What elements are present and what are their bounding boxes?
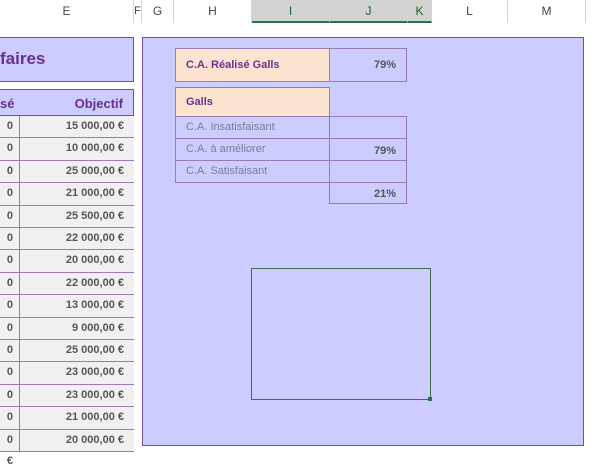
table-row[interactable]: 0 € 25 000,00 € bbox=[0, 160, 134, 198]
column-header-H[interactable]: H bbox=[174, 0, 252, 23]
resize-handle[interactable] bbox=[428, 397, 432, 401]
column-header-G[interactable]: G bbox=[142, 0, 174, 23]
table-row[interactable]: 0 € 22 000,00 € bbox=[0, 228, 134, 265]
row-realise: 0 € bbox=[0, 340, 20, 377]
table-row[interactable]: 0 € 10 000,00 € bbox=[0, 138, 134, 175]
row-realise: 0 € bbox=[0, 272, 20, 310]
ca-realise-label-cell[interactable]: C.A. Réalisé Galls bbox=[175, 48, 330, 82]
worksheet-grid[interactable]: faires sé Objectif 0 € 15 000,00 € 0 € 10 … bbox=[0, 23, 600, 467]
column-header-E[interactable]: E bbox=[0, 0, 134, 23]
row-realise: 0 € bbox=[0, 228, 20, 265]
column-header-J[interactable]: J bbox=[330, 0, 408, 23]
row-objectif: 23 000,00 € bbox=[65, 366, 124, 379]
column-header-bar: E F G H I J K L M bbox=[0, 0, 600, 24]
galls-label-cell[interactable]: Galls bbox=[175, 87, 330, 117]
remainder-value-cell[interactable]: 21% bbox=[329, 182, 407, 204]
row-objectif: 20 000,00 € bbox=[65, 433, 124, 446]
table-row[interactable]: 0 € 21 000,00 € bbox=[0, 183, 134, 220]
row-realise: 0 € bbox=[0, 205, 20, 243]
level-ameliorer-label[interactable]: C.A. à améliorer bbox=[175, 138, 330, 161]
table-row[interactable]: 0 € 25 500,00 € bbox=[0, 205, 134, 243]
chart-placeholder-box[interactable] bbox=[251, 268, 432, 401]
left-title-box[interactable]: faires bbox=[0, 37, 134, 82]
row-objectif: 10 000,00 € bbox=[65, 142, 124, 155]
table-row[interactable]: 0 € 20 000,00 € bbox=[0, 429, 134, 467]
row-objectif: 20 000,00 € bbox=[65, 254, 124, 267]
level-insatisfaisant-value[interactable] bbox=[329, 116, 407, 139]
left-title-text: faires bbox=[0, 49, 46, 68]
row-objectif: 23 000,00 € bbox=[65, 388, 124, 401]
row-objectif: 25 500,00 € bbox=[65, 209, 124, 222]
column-header-F[interactable]: F bbox=[134, 0, 142, 23]
column-header-M[interactable]: M bbox=[508, 0, 586, 23]
header-objectif: Objectif bbox=[74, 96, 123, 111]
table-row[interactable]: 0 € 20 000,00 € bbox=[0, 250, 134, 287]
level-insatisfaisant-label[interactable]: C.A. Insatisfaisant bbox=[175, 116, 330, 139]
column-header-L[interactable]: L bbox=[432, 0, 508, 23]
row-realise: 0 € bbox=[0, 160, 20, 198]
column-header-next[interactable] bbox=[586, 0, 600, 23]
row-realise: 0 € bbox=[0, 362, 20, 399]
row-objectif: 22 000,00 € bbox=[65, 276, 124, 289]
row-objectif: 9 000,00 € bbox=[72, 321, 124, 334]
table-row[interactable]: 0 € 23 000,00 € bbox=[0, 384, 134, 422]
row-objectif: 25 000,00 € bbox=[65, 344, 124, 356]
table-row[interactable]: 0 € 13 000,00 € bbox=[0, 295, 134, 332]
ca-realise-value-cell[interactable]: 79% bbox=[329, 48, 407, 82]
row-objectif: 21 000,00 € bbox=[65, 411, 124, 424]
row-realise: 0 € bbox=[0, 116, 20, 153]
header-realise-fragment: sé bbox=[0, 96, 15, 111]
table-row[interactable]: 0 € 21 000,00 € bbox=[0, 407, 134, 444]
table-row[interactable]: 0 € 9 000,00 € bbox=[0, 317, 134, 355]
level-ameliorer-value[interactable]: 79% bbox=[329, 138, 407, 161]
table-row[interactable]: 0 € 15 000,00 € bbox=[0, 116, 134, 153]
row-realise: 0 € bbox=[0, 407, 20, 444]
table-row[interactable]: 0 € 22 000,00 € bbox=[0, 272, 134, 310]
column-header-I[interactable]: I bbox=[252, 0, 330, 23]
row-objectif: 25 000,00 € bbox=[65, 164, 124, 177]
row-objectif: 15 000,00 € bbox=[65, 120, 124, 132]
column-header-K[interactable]: K bbox=[408, 0, 432, 23]
row-realise: 0 € bbox=[0, 317, 20, 355]
row-objectif: 13 000,00 € bbox=[65, 299, 124, 312]
level-satisfaisant-value[interactable] bbox=[329, 160, 407, 183]
row-realise: 0 € bbox=[0, 250, 20, 287]
row-realise: 0 € bbox=[0, 138, 20, 175]
table-row[interactable]: 0 € 25 000,00 € bbox=[0, 340, 134, 377]
row-realise: 0 € bbox=[0, 295, 20, 332]
table-row[interactable]: 0 € 23 000,00 € bbox=[0, 362, 134, 399]
row-realise: 0 € bbox=[0, 183, 20, 220]
objective-table-header: sé Objectif bbox=[0, 89, 134, 116]
row-realise: 0 € bbox=[0, 429, 20, 467]
row-realise: 0 € bbox=[0, 384, 20, 422]
left-panel: faires sé Objectif 0 € 15 000,00 € 0 € 10 … bbox=[0, 37, 134, 467]
row-objectif: 21 000,00 € bbox=[65, 187, 124, 200]
level-satisfaisant-label[interactable]: C.A. Satisfaisant bbox=[175, 160, 330, 183]
row-objectif: 22 000,00 € bbox=[65, 232, 124, 244]
